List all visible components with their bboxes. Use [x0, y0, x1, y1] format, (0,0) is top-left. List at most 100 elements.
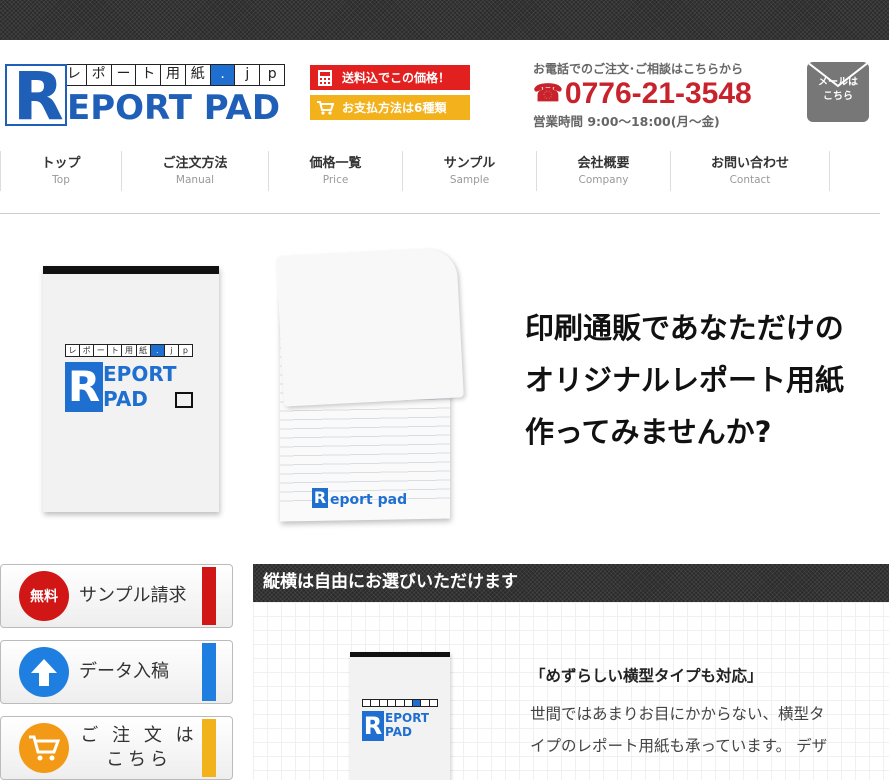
- pad-logo-line1: EPORT: [103, 362, 177, 386]
- data-upload-button[interactable]: データ入稿: [0, 640, 233, 704]
- contact-block: お電話でのご注文･ご相談はこちらから ☎ 0776-21-3548 営業時間 9…: [533, 60, 803, 130]
- nav-divider: [0, 213, 880, 214]
- free-badge: 無料: [19, 571, 69, 621]
- logo-kana-cell: ト: [135, 64, 161, 86]
- phone-number[interactable]: ☎ 0776-21-3548: [533, 77, 803, 111]
- pad-kana-cell: [403, 699, 412, 707]
- upload-arrow-icon: [19, 647, 69, 697]
- lined-pad-logo-r: R: [312, 488, 328, 508]
- logo-kana-cell: j: [234, 64, 260, 86]
- hero-banner: レ ポ ー ト 用 紙 . j p R EPORT PAD R eport pa…: [0, 220, 889, 540]
- pad-kana-cell: [378, 699, 387, 707]
- nav-item-contact[interactable]: お問い合わせ Contact: [670, 151, 830, 191]
- top-bar: [0, 0, 889, 40]
- nav-sublabel: Sample: [449, 174, 490, 186]
- nav-item-company[interactable]: 会社概要 Company: [536, 151, 670, 191]
- pad-kana-cell: [428, 699, 438, 707]
- section-paragraph-line2: イプのレポート用紙も承っています。 デザ: [530, 737, 828, 755]
- pad-logo-r: R: [362, 711, 384, 741]
- nav-label: 会社概要: [577, 156, 630, 171]
- logo-kana-cell: .: [209, 64, 235, 86]
- pad-kana-cell: ポ: [79, 344, 94, 357]
- pad-logo: R EPORT PAD: [65, 362, 193, 414]
- nav-label: 価格一覧: [309, 156, 362, 171]
- section-paragraph-line1: 世間ではあまりお目にかからない、横型タ: [530, 705, 825, 723]
- pad-kana-cell: ー: [93, 344, 108, 357]
- section-body: R EPORT PAD 「めずらしい横型タイプも対応」 世間ではあまりお目にかか…: [253, 602, 889, 780]
- hero-line-3: 作ってみませんか?: [525, 415, 772, 449]
- pad-logo-line2: PAD: [385, 725, 412, 739]
- logo-r-letter: R: [13, 58, 64, 135]
- nav-label: サンプル: [443, 156, 496, 171]
- hero-line-1: 印刷通販であなただけの: [525, 311, 844, 345]
- nav-sublabel: Contact: [729, 174, 771, 186]
- logo-kana-cell: 用: [160, 64, 185, 86]
- pad-kana-cell: [362, 699, 371, 707]
- logo-kana-cell: ポ: [85, 64, 111, 86]
- hero-headline: 印刷通販であなただけの オリジナルレポート用紙 作ってみませんか?: [525, 302, 885, 458]
- pad-kana-cell: レ: [65, 344, 80, 357]
- feature-section: 縦横は自由にお選びいただけます R EPORT PAD 「めずらしい横型タイプも…: [253, 564, 889, 780]
- logo-r-box: R: [5, 58, 67, 135]
- pad-kana-cell: ト: [107, 344, 122, 357]
- nav-label: トップ: [41, 156, 81, 171]
- shipping-badge-text: 送料込でこの価格！: [342, 71, 451, 85]
- data-upload-label: データ入稿: [79, 661, 169, 682]
- side-buttons: 無料 サンプル請求 データ入稿 ご 注 文 は こちら: [0, 564, 233, 780]
- payment-badge[interactable]: お支払方法は6種類: [310, 95, 470, 120]
- business-hours: 営業時間 9:00～18:00(月～金): [533, 114, 720, 129]
- pad-logo-r: R: [65, 362, 103, 412]
- nav-label: お問い合わせ: [710, 156, 789, 171]
- pad-kana-cell: [386, 699, 396, 707]
- accent-bar: [202, 719, 216, 777]
- pad-kana-cell: j: [163, 344, 178, 357]
- cart-icon: [316, 99, 334, 117]
- site-logo[interactable]: レ ポ ー ト 用 紙 . j p R EPORT PAD: [5, 58, 286, 135]
- section-text: 「めずらしい横型タイプも対応」 世間ではあまりお目にかからない、横型タ イプのレ…: [530, 664, 880, 762]
- pad-logo-line1: EPORT: [385, 711, 430, 725]
- mail-button-line2: こちら: [823, 91, 853, 102]
- pad-kana-cell: [370, 699, 379, 707]
- horizontal-pad-image: R EPORT PAD: [350, 652, 450, 780]
- section-header: 縦横は自由にお選びいただけます: [253, 564, 889, 602]
- nav-label: ご注文方法: [162, 156, 228, 171]
- nav-sublabel: Manual: [175, 174, 215, 186]
- nav-item-manual[interactable]: ご注文方法 Manual: [121, 151, 268, 191]
- main-nav: トップ Top ご注文方法 Manual 価格一覧 Price サンプル Sam…: [0, 151, 889, 191]
- logo-wordmark: EPORT PAD: [67, 88, 281, 128]
- phone-icon: ☎: [533, 80, 563, 107]
- pad-kana-cell: 紙: [135, 344, 150, 357]
- payment-badge-text: お支払方法は6種類: [342, 101, 447, 115]
- nav-sublabel: Company: [578, 174, 629, 186]
- nav-item-price[interactable]: 価格一覧 Price: [268, 151, 402, 191]
- cart-icon: [19, 723, 69, 773]
- lined-pad-logo: R eport pad: [312, 488, 412, 510]
- pad-kana-cell: [420, 699, 429, 707]
- pad-kana-cell: [411, 699, 421, 707]
- report-pad-image: レ ポ ー ト 用 紙 . j p R EPORT PAD: [43, 266, 219, 512]
- logo-kana-cell: p: [259, 64, 286, 86]
- pad-kana-row: レ ポ ー ト 用 紙 . j p: [65, 344, 193, 357]
- pad-kana-cell: p: [177, 344, 193, 357]
- lined-pad-image: R eport pad: [276, 247, 464, 522]
- mail-button[interactable]: メールは こちら: [807, 62, 869, 122]
- sample-request-button[interactable]: 無料 サンプル請求: [0, 564, 233, 628]
- lined-pad-logo-text: eport pad: [330, 492, 408, 508]
- nav-item-sample[interactable]: サンプル Sample: [402, 151, 536, 191]
- pad-kana-cell: .: [149, 344, 164, 357]
- order-button[interactable]: ご 注 文 は こちら: [0, 716, 233, 780]
- calculator-icon: [316, 69, 334, 87]
- accent-bar: [202, 567, 216, 625]
- logo-kana-row: レ ポ ー ト 用 紙 . j p: [61, 64, 286, 86]
- pad-logo-square: [175, 392, 193, 408]
- nav-item-top[interactable]: トップ Top: [0, 151, 121, 191]
- envelope-icon: [807, 62, 869, 88]
- phone-number-text: 0776-21-3548: [564, 77, 752, 110]
- shipping-badge[interactable]: 送料込でこの価格！: [310, 65, 470, 90]
- pad-kana-cell: [395, 699, 404, 707]
- hero-line-2: オリジナルレポート用紙: [525, 363, 845, 397]
- contact-lead: お電話でのご注文･ご相談はこちらから: [533, 62, 744, 76]
- sample-request-label: サンプル請求: [79, 585, 187, 606]
- logo-kana-cell: 紙: [184, 64, 210, 86]
- promo-badges: 送料込でこの価格！ お支払方法は6種類: [310, 65, 470, 125]
